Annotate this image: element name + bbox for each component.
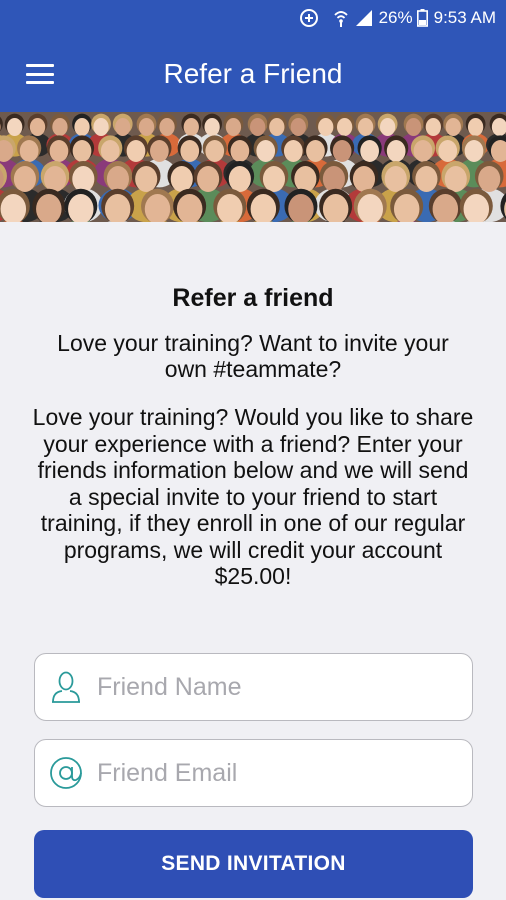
main-content: Refer a friend Love your training? Want … [0,222,506,900]
section-subheading: Love your training? Want to invite your … [57,330,449,382]
app-bar: Refer a Friend [0,36,506,112]
crowd-illustration [0,112,506,222]
battery-icon [416,9,428,27]
data-saver-icon [299,8,319,28]
wifi-icon [333,9,349,27]
friend-email-field[interactable] [34,739,473,807]
at-sign-icon [35,740,97,806]
section-heading: Refer a friend [172,284,334,312]
status-bar: 26% 9:53 AM [0,0,506,36]
crowd-of-people-photo [0,112,506,222]
friend-name-field[interactable] [34,653,473,721]
signal-icon [355,9,373,27]
referral-description: Love your training? Would you like to sh… [32,404,474,589]
friend-email-input[interactable] [97,753,457,793]
person-icon [35,654,97,720]
clock: 9:53 AM [433,8,496,27]
battery-percent: 26% [378,8,413,27]
hamburger-menu-icon[interactable] [0,36,80,112]
friend-name-input[interactable] [97,667,457,707]
send-invitation-button[interactable]: SEND INVITATION [34,830,473,898]
